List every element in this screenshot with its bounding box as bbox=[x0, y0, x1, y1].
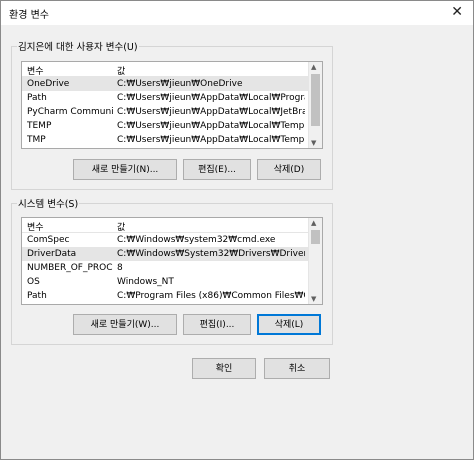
list-row[interactable]: Path C:₩Program Files (x86)₩Common Files₩… bbox=[22, 289, 309, 303]
list-row[interactable]: DriverData C:₩Windows₩System32₩Drivers₩Dr… bbox=[22, 247, 309, 261]
system-variables-list[interactable]: 변수 값 ComSpec C:₩Windows₩system32₩cmd.exe D… bbox=[21, 217, 323, 305]
variable-name: OS bbox=[27, 277, 40, 287]
list-row[interactable]: Path C:₩Users₩jieun₩AppData₩Local₩Program… bbox=[22, 91, 309, 105]
scroll-thumb[interactable] bbox=[311, 74, 320, 126]
user-delete-button[interactable]: 삭제(D) bbox=[257, 159, 321, 180]
vertical-scrollbar[interactable]: ▲ ▼ bbox=[308, 62, 322, 148]
list-row[interactable]: TEMP C:₩Users₩jieun₩AppData₩Local₩Temp bbox=[22, 119, 309, 133]
variable-name: Path bbox=[27, 93, 47, 103]
variable-name: Path bbox=[27, 291, 47, 301]
variable-value: C:₩Users₩jieun₩AppData₩Local₩Programs₩ bbox=[117, 93, 305, 103]
environment-variables-dialog: 환경 변수 ✕ 김지은에 대한 사용자 변수(U) 변수 값 OneDrive C… bbox=[0, 0, 474, 460]
column-header-variable[interactable]: 변수 bbox=[27, 64, 113, 77]
system-edit-button[interactable]: 편집(I)... bbox=[183, 314, 251, 335]
scroll-up-icon[interactable]: ▲ bbox=[311, 219, 316, 227]
user-variables-list[interactable]: 변수 값 OneDrive C:₩Users₩jieun₩OneDrive Path… bbox=[21, 61, 323, 149]
variable-value: C:₩Windows₩system32₩cmd.exe bbox=[117, 235, 276, 245]
variable-value: C:₩Users₩jieun₩AppData₩Local₩Temp bbox=[117, 121, 305, 131]
list-row[interactable]: OS Windows_NT bbox=[22, 275, 309, 289]
title-bar[interactable]: 환경 변수 ✕ bbox=[1, 1, 473, 25]
variable-value: Windows_NT bbox=[117, 277, 174, 287]
variable-value: C:₩Users₩jieun₩AppData₩Local₩Temp bbox=[117, 135, 305, 145]
user-edit-button[interactable]: 편집(E)... bbox=[183, 159, 251, 180]
user-variables-label: 김지은에 대한 사용자 변수(U) bbox=[17, 39, 139, 53]
variable-name: TMP bbox=[27, 135, 46, 145]
window-title: 환경 변수 bbox=[9, 10, 49, 21]
variable-name: TEMP bbox=[27, 121, 52, 131]
system-new-button[interactable]: 새로 만들기(W)... bbox=[73, 314, 177, 335]
column-header-value[interactable]: 값 bbox=[117, 64, 305, 77]
list-header: 변수 값 bbox=[22, 218, 322, 233]
vertical-scrollbar[interactable]: ▲ ▼ bbox=[308, 218, 322, 304]
scroll-thumb[interactable] bbox=[311, 230, 320, 244]
variable-value: 8 bbox=[117, 263, 123, 273]
variable-value: C:₩Users₩jieun₩AppData₩Local₩JetBrains₩ bbox=[117, 107, 305, 117]
variable-name: DriverData bbox=[27, 249, 77, 259]
scroll-down-icon[interactable]: ▼ bbox=[311, 139, 316, 147]
scroll-down-icon[interactable]: ▼ bbox=[311, 295, 316, 303]
variable-value: C:₩Program Files (x86)₩Common Files₩Orac bbox=[117, 291, 305, 301]
list-header: 변수 값 bbox=[22, 62, 322, 77]
scroll-up-icon[interactable]: ▲ bbox=[311, 63, 316, 71]
system-delete-button[interactable]: 삭제(L) bbox=[257, 314, 321, 335]
column-header-variable[interactable]: 변수 bbox=[27, 220, 113, 233]
list-row[interactable]: OneDrive C:₩Users₩jieun₩OneDrive bbox=[22, 77, 309, 91]
variable-name: ComSpec bbox=[27, 235, 70, 245]
variable-name: OneDrive bbox=[27, 79, 70, 89]
variable-value: C:₩Windows₩System32₩Drivers₩DriverData bbox=[117, 249, 305, 259]
variable-name: NUMBER_OF_PROC... bbox=[27, 263, 113, 273]
variable-value: C:₩Users₩jieun₩OneDrive bbox=[117, 79, 243, 89]
variable-name: PyCharm Communi... bbox=[27, 107, 113, 117]
cancel-button[interactable]: 취소 bbox=[264, 358, 330, 379]
close-icon[interactable]: ✕ bbox=[451, 4, 463, 20]
system-variables-label: 시스템 변수(S) bbox=[17, 196, 80, 210]
user-new-button[interactable]: 새로 만들기(N)... bbox=[73, 159, 177, 180]
list-row[interactable]: ComSpec C:₩Windows₩system32₩cmd.exe bbox=[22, 233, 309, 247]
list-row[interactable]: TMP C:₩Users₩jieun₩AppData₩Local₩Temp bbox=[22, 133, 309, 147]
list-row[interactable]: PyCharm Communi... C:₩Users₩jieun₩AppData… bbox=[22, 105, 309, 119]
list-row[interactable]: NUMBER_OF_PROC... 8 bbox=[22, 261, 309, 275]
column-header-value[interactable]: 값 bbox=[117, 220, 305, 233]
ok-button[interactable]: 확인 bbox=[192, 358, 256, 379]
